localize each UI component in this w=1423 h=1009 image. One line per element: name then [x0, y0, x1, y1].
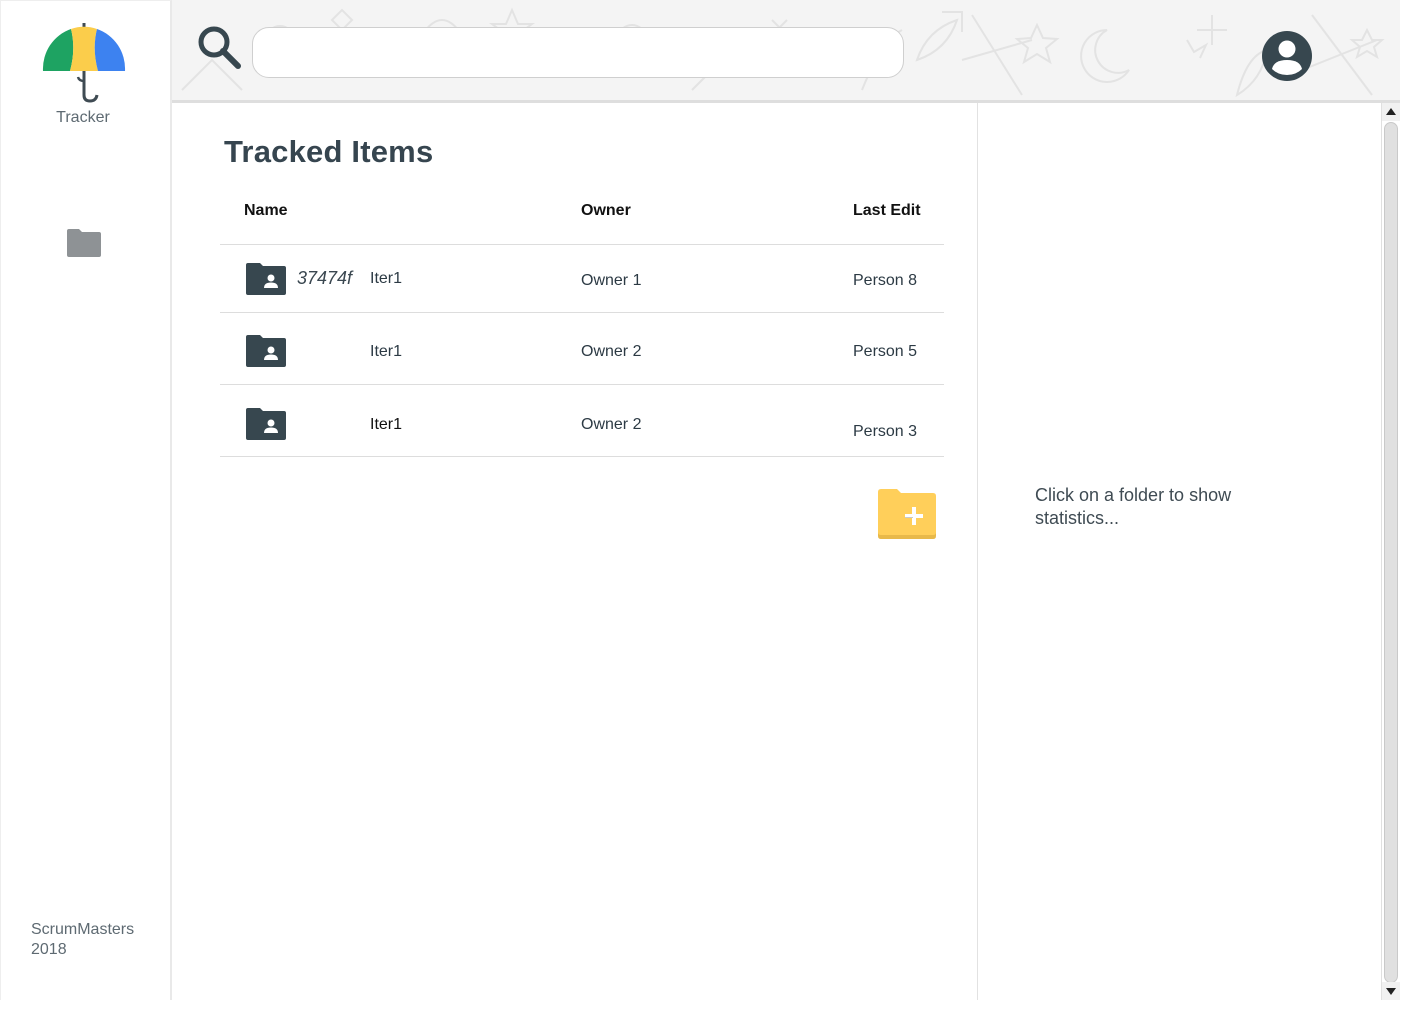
account-circle-icon[interactable]: [1261, 30, 1313, 82]
scroll-thumb[interactable]: [1384, 122, 1398, 983]
statistics-hint: Click on a folder to show statistics...: [1035, 485, 1232, 528]
footer-year: 2018: [31, 941, 67, 958]
main-content: Tracked Items Name Owner Last Edit 37474…: [174, 103, 977, 1000]
umbrella-icon: [42, 23, 126, 103]
table-row[interactable]: Iter1 Owner 2 Person 3: [220, 385, 944, 457]
search-icon[interactable]: [196, 24, 242, 70]
column-header-name[interactable]: Name: [244, 202, 288, 220]
folder-icon[interactable]: [65, 227, 103, 259]
arrow-down-icon: [1386, 988, 1396, 995]
footer: ScrumMasters 2018: [31, 920, 134, 960]
brand-label: Tracker: [56, 109, 110, 126]
arrow-up-icon: [1386, 108, 1396, 115]
shared-folder-icon: [246, 335, 286, 367]
footer-company: ScrumMasters: [31, 921, 135, 938]
scroll-up-button[interactable]: [1382, 103, 1400, 121]
row-name: Iter1: [370, 416, 403, 433]
column-header-last-edit[interactable]: Last Edit: [853, 202, 921, 220]
header: [172, 0, 1400, 103]
row-owner: Owner 1: [581, 272, 642, 289]
row-last-edit: Person 8: [853, 272, 918, 289]
items-table: Name Owner Last Edit 37474f Iter1 Owner …: [220, 190, 944, 457]
row-hash: 37474f: [297, 268, 353, 288]
row-owner: Owner 2: [581, 416, 642, 433]
row-last-edit: Person 3: [853, 423, 918, 440]
row-name: Iter1: [370, 270, 403, 287]
table-row[interactable]: Iter1 Owner 2 Person 5: [220, 313, 944, 385]
vertical-scrollbar[interactable]: [1381, 103, 1400, 1000]
shared-folder-icon: [246, 408, 286, 440]
create-folder-icon[interactable]: [877, 488, 937, 540]
table-header: Name Owner Last Edit: [220, 190, 944, 245]
row-name: Iter1: [370, 343, 403, 360]
row-owner: Owner 2: [581, 343, 642, 360]
page-title: Tracked Items: [224, 134, 434, 169]
table-row[interactable]: 37474f Iter1 Owner 1 Person 8: [220, 245, 944, 313]
column-header-owner[interactable]: Owner: [581, 202, 631, 220]
sidebar: Tracker ScrumMasters 2018: [0, 0, 172, 1000]
row-last-edit: Person 5: [853, 343, 918, 360]
shared-folder-icon: [246, 263, 286, 295]
search-input[interactable]: [252, 27, 904, 78]
scroll-down-button[interactable]: [1382, 982, 1400, 1000]
panel-divider: [977, 103, 978, 1000]
